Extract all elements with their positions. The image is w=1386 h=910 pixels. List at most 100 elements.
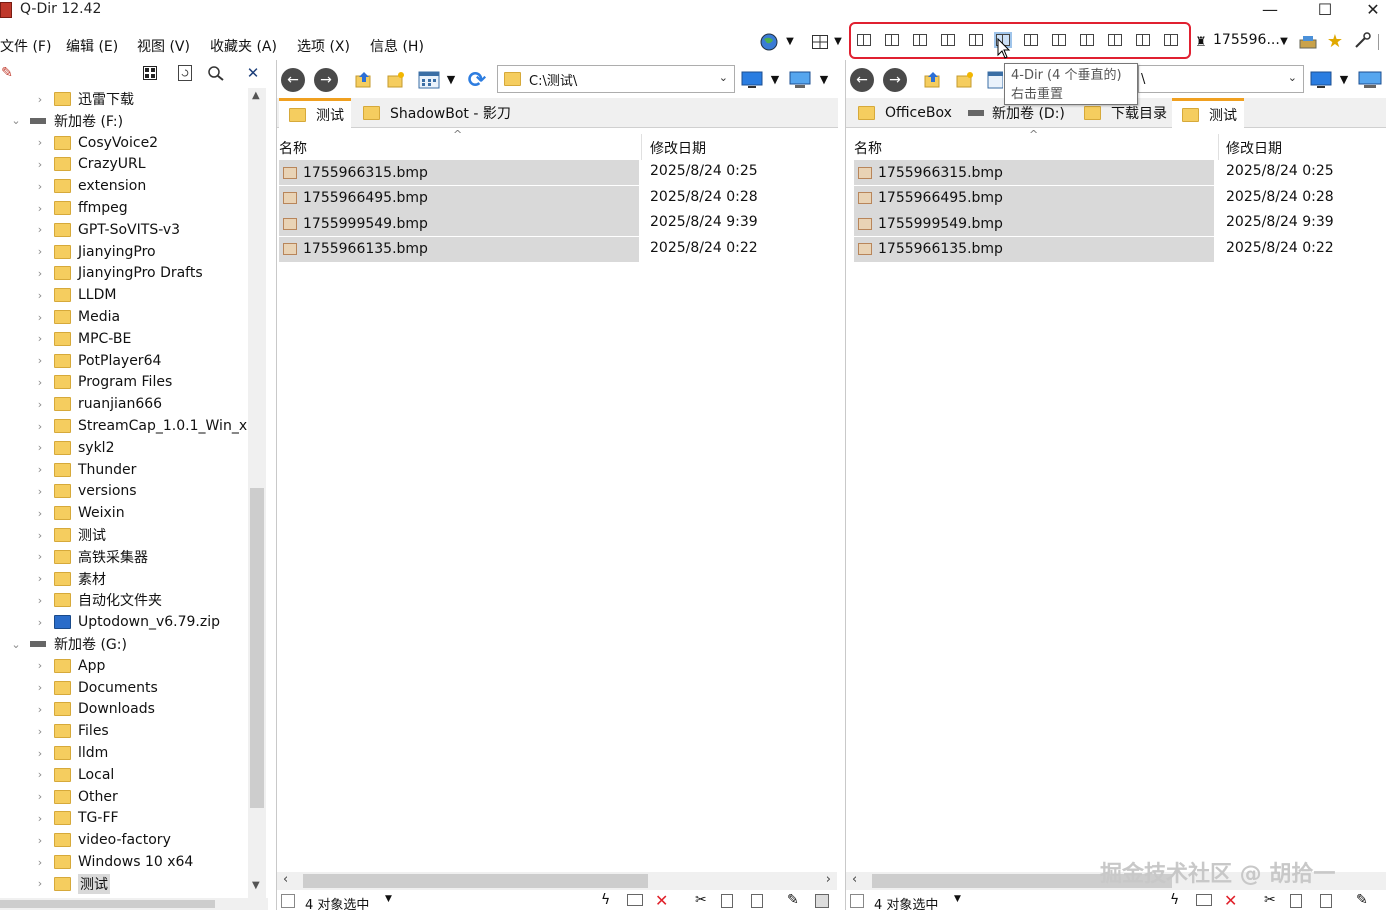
chevron-right-icon[interactable]: › [34,616,46,629]
chevron-right-icon[interactable]: › [34,703,46,716]
layout-icon[interactable] [1052,34,1066,46]
chevron-down-icon[interactable]: ⌄ [1288,71,1297,84]
tree-item[interactable]: › ffmpeg [34,197,128,219]
chevron-right-icon[interactable]: › [34,790,46,803]
tree-item[interactable]: ⌄ 新加卷 (G:) [10,633,127,655]
tree-item[interactable]: › lldm [34,742,109,764]
column-date[interactable]: 修改日期 [1226,138,1282,158]
tree-item[interactable]: › 测试 [34,873,110,895]
refresh-icon[interactable]: ⟳ [465,68,489,93]
chevron-right-icon[interactable]: › [34,441,46,454]
tree-item[interactable]: › Local [34,764,115,786]
tree-item[interactable]: › GPT-SoVITS-v3 [34,219,180,241]
chevron-right-icon[interactable]: › [34,202,46,215]
chevron-right-icon[interactable]: › [34,158,46,171]
tree-item[interactable]: › Uptodown_v6.79.zip [34,611,220,633]
layout-icon[interactable] [941,34,955,46]
copy-icon[interactable] [721,894,733,908]
file-row[interactable]: 1755966315.bmp [854,160,1214,185]
chevron-right-icon[interactable]: › [34,420,46,433]
chevron-right-icon[interactable]: › [34,747,46,760]
close-tree-icon[interactable]: ✕ [244,64,262,82]
layout-icon[interactable] [1164,34,1178,46]
close-button[interactable]: ✕ [1360,0,1386,22]
computer-icon[interactable] [788,70,812,90]
rename-icon[interactable]: ✎ [787,892,799,908]
chevron-right-icon[interactable]: › [34,245,46,258]
layout-icon[interactable] [857,34,871,46]
tree-item[interactable]: › extension [34,175,146,197]
chevron-right-icon[interactable]: › [34,311,46,324]
tree-item[interactable]: › versions [34,480,137,502]
tree-item[interactable]: › 迅雷下载 [34,88,134,110]
toolbar-overflow[interactable] [1378,34,1386,50]
chevron-right-icon[interactable]: › [34,681,46,694]
lightning-icon[interactable]: ϟ [1170,892,1179,908]
paste-icon[interactable] [1320,894,1332,908]
chevron-right-icon[interactable]: › [34,856,46,869]
chevron-right-icon[interactable]: › [34,572,46,585]
chevron-down-icon[interactable]: ⌄ [10,638,22,651]
file-row[interactable]: 1755966135.bmp [854,236,1214,262]
chevron-right-icon[interactable]: › [34,812,46,825]
new-folder-icon[interactable] [385,69,407,91]
chevron-down-icon[interactable]: ⌄ [10,114,22,127]
tree-item[interactable]: › Weixin [34,502,125,524]
person-icon[interactable]: ♜ [1193,32,1209,52]
chevron-right-icon[interactable]: › [34,507,46,520]
layout-icon[interactable] [1136,34,1150,46]
window-icon[interactable] [627,894,643,906]
scroll-down-icon[interactable]: ▼ [252,880,260,891]
current-dir-label[interactable]: 175596... [1213,32,1280,48]
tools-icon[interactable] [1352,31,1374,51]
tree-item[interactable]: ⌄ 新加卷 (F:) [10,110,123,132]
chevron-right-icon[interactable]: › [34,93,46,106]
refresh-tree-icon[interactable] [176,64,194,82]
back-icon[interactable]: ← [281,68,305,92]
tree-item[interactable]: › CosyVoice2 [34,132,158,154]
scroll-up-icon[interactable]: ▲ [252,90,260,101]
lightning-icon[interactable]: ϟ [601,892,610,908]
layout-icon[interactable] [969,34,983,46]
tree-item[interactable]: › 素材 [34,568,106,590]
file-row[interactable]: 1755966495.bmp [279,185,639,211]
menu-favorites[interactable]: 收藏夹 (A) [210,36,277,56]
window-icon[interactable] [1196,894,1212,906]
tree-item[interactable]: › JianyingPro Drafts [34,262,203,284]
monitor-icon[interactable] [1309,70,1333,90]
maximize-button[interactable]: ☐ [1305,0,1345,22]
menu-info[interactable]: 信息 (H) [370,36,424,56]
menu-options[interactable]: 选项 (X) [297,36,350,56]
layout-icon[interactable] [1108,34,1122,46]
chevron-right-icon[interactable]: › [34,223,46,236]
tree-item[interactable]: › Program Files [34,371,172,393]
tab-shadowbot[interactable]: ShadowBot - 影刀 [353,98,523,128]
forward-icon[interactable]: → [883,68,907,92]
tree-item[interactable]: › 测试 [34,524,106,546]
chevron-right-icon[interactable]: › [34,725,46,738]
chevron-right-icon[interactable]: › [34,332,46,345]
tab-test[interactable]: 测试 [1172,98,1244,128]
chevron-right-icon[interactable]: › [34,463,46,476]
path-text[interactable]: C:\测试\ [529,70,577,89]
back-icon[interactable]: ← [850,68,874,92]
chevron-right-icon[interactable]: › [34,398,46,411]
computer-icon[interactable] [1357,70,1383,90]
delete-icon[interactable]: ✕ [1224,891,1237,910]
column-separator[interactable] [1218,134,1219,160]
chevron-right-icon[interactable]: › [34,659,46,672]
grid-layout-icon[interactable] [810,32,830,52]
scroll-right-icon[interactable]: › [826,872,831,887]
tree-item[interactable]: › CrazyURL [34,153,146,175]
drive-icon[interactable] [1298,32,1318,52]
pin-icon[interactable]: ✎ [0,64,14,82]
column-name[interactable]: 名称 [279,138,307,158]
delete-icon[interactable]: ✕ [655,891,668,910]
menu-view[interactable]: 视图 (V) [137,36,190,56]
tree-item[interactable]: › sykl2 [34,437,115,459]
chevron-down-icon[interactable]: ▼ [818,72,830,86]
search-icon[interactable] [206,64,226,82]
chevron-right-icon[interactable]: › [34,354,46,367]
tree-item[interactable]: › Windows 10 x64 [34,851,194,873]
tree-item[interactable]: › Other [34,786,118,808]
